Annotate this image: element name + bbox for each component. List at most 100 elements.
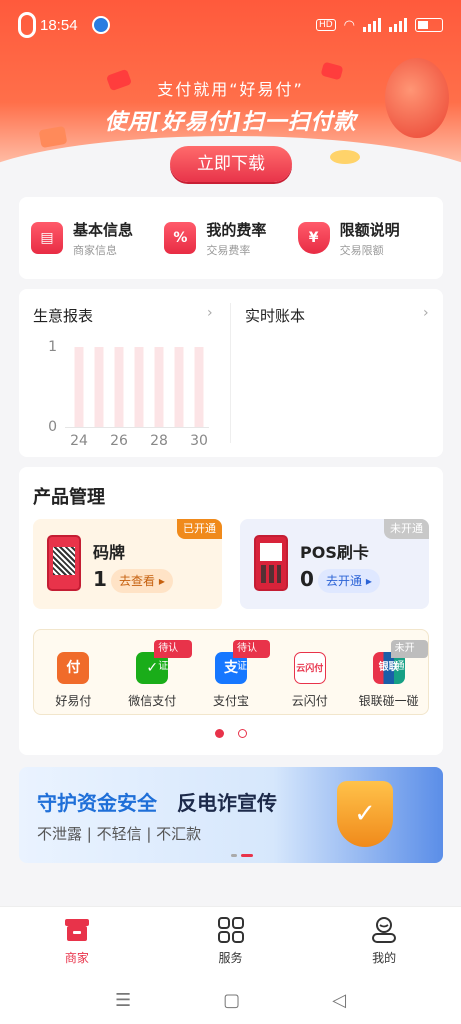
payment-method-unionpay-tap[interactable]: 未开通 银联 银联碰一碰 bbox=[349, 630, 428, 714]
my-rate-link[interactable]: % 我的费率 交易费率 bbox=[164, 219, 297, 258]
status-indicator bbox=[18, 12, 36, 38]
payment-label: 云闪付 bbox=[291, 694, 328, 708]
realtime-ledger-title: 实时账本 bbox=[245, 307, 306, 325]
activate-pos-button[interactable]: 去开通 ▸ bbox=[318, 569, 380, 593]
chart-bar bbox=[134, 347, 144, 427]
pos-terminal-image bbox=[254, 535, 288, 591]
payment-method-quickpass[interactable]: 云闪付 云闪付 bbox=[270, 630, 349, 714]
product-count: 1 bbox=[93, 567, 107, 591]
shield-check-icon: ✓ bbox=[337, 781, 393, 847]
x-tick-label: 30 bbox=[190, 433, 208, 449]
action-label: 去查看 bbox=[119, 574, 156, 588]
limit-info-link[interactable]: ¥ 限额说明 交易限额 bbox=[297, 219, 431, 258]
business-report-title: 生意报表 bbox=[33, 307, 94, 325]
promo-title-highlight: 守护资金安全 bbox=[37, 791, 157, 815]
nav-tab-services[interactable]: 服务 bbox=[154, 907, 308, 976]
status-time: 18:54 bbox=[40, 16, 78, 34]
chart-bar bbox=[194, 347, 204, 427]
status-badge: 未开通 bbox=[384, 519, 429, 539]
x-tick-label: 24 bbox=[70, 433, 88, 449]
view-qr-plate-button[interactable]: 去查看 ▸ bbox=[111, 569, 173, 593]
anti-fraud-banner[interactable]: 守护资金安全 反电诈宣传 不泄露 | 不轻信 | 不汇款 ✓ bbox=[19, 767, 443, 863]
signal-icon bbox=[363, 18, 381, 32]
merchant-info-icon: ▤ bbox=[31, 222, 63, 254]
chart-bar bbox=[94, 347, 104, 427]
nav-tab-merchant[interactable]: 商家 bbox=[0, 907, 154, 976]
status-bar: 18:54 HD ◠ bbox=[18, 12, 443, 38]
page-indicator bbox=[19, 729, 443, 738]
nav-label: 我的 bbox=[372, 951, 397, 965]
payment-method-wechat[interactable]: 待认证 ✓ 微信支付 bbox=[113, 630, 192, 714]
basic-info-link[interactable]: ▤ 基本信息 商家信息 bbox=[31, 219, 164, 258]
payment-label: 银联碰一碰 bbox=[358, 694, 419, 708]
nav-label: 商家 bbox=[64, 951, 89, 965]
status-badge: 已开通 bbox=[177, 519, 222, 539]
payment-label: 好易付 bbox=[55, 694, 92, 708]
bottom-navigation: 商家 服务 我的 bbox=[0, 906, 461, 976]
payment-methods-row: 付 好易付 待认证 ✓ 微信支付 待认证 支 支付宝 云闪付 云闪付 未开通 银… bbox=[33, 629, 429, 715]
system-navigation-bar: ☰ ▢ ◁ bbox=[0, 976, 461, 1024]
product-name: POS刷卡 bbox=[300, 543, 369, 562]
quick-link-title: 限额说明 bbox=[339, 220, 400, 239]
y-tick-label: 0 bbox=[48, 419, 57, 435]
wifi-icon: ◠ bbox=[343, 17, 355, 33]
status-badge: 待认证 bbox=[154, 640, 192, 672]
download-banner[interactable]: 18:54 HD ◠ 支付就用“好易付” 使用[好易付]扫一扫付款 立即下载 bbox=[0, 0, 461, 186]
realtime-ledger-panel[interactable]: 实时账本 › bbox=[231, 289, 443, 457]
chart-bar bbox=[154, 347, 164, 427]
page-dot[interactable] bbox=[238, 729, 247, 738]
chart-bar bbox=[174, 347, 184, 427]
chevron-right-icon: › bbox=[207, 305, 213, 321]
banner-slogan: 支付就用“好易付” bbox=[157, 80, 304, 99]
payment-method-alipay[interactable]: 待认证 支 支付宝 bbox=[192, 630, 271, 714]
business-report-panel[interactable]: 生意报表 › 0 1 24 26 28 30 bbox=[19, 289, 230, 457]
limit-shield-icon: ¥ bbox=[297, 222, 330, 254]
download-now-button[interactable]: 立即下载 bbox=[170, 146, 292, 182]
payment-method-haoyifu[interactable]: 付 好易付 bbox=[34, 630, 113, 714]
report-card: 生意报表 › 0 1 24 26 28 30 实时账本 › bbox=[19, 289, 443, 457]
menu-icon[interactable]: ☰ bbox=[115, 990, 131, 1011]
chevron-right-icon: › bbox=[423, 305, 429, 321]
promo-title: 反电诈宣传 bbox=[177, 791, 277, 815]
action-label: 去开通 bbox=[326, 574, 363, 588]
chart-bar bbox=[114, 347, 124, 427]
nav-tab-profile[interactable]: 我的 bbox=[307, 907, 461, 976]
banner-headline: 使用[好易付]扫一扫付款 bbox=[104, 110, 357, 135]
chart-bar bbox=[74, 347, 84, 427]
quick-link-title: 我的费率 bbox=[206, 220, 267, 239]
qr-code-plate-card[interactable]: 码牌 1 去查看 ▸ 已开通 bbox=[33, 519, 222, 609]
quick-link-title: 基本信息 bbox=[73, 220, 134, 239]
pos-card-reader-card[interactable]: POS刷卡 0 去开通 ▸ 未开通 bbox=[240, 519, 429, 609]
quick-links-card: ▤ 基本信息 商家信息 % 我的费率 交易费率 ¥ 限额说明 交易限额 bbox=[19, 197, 443, 279]
rate-icon: % bbox=[164, 222, 197, 254]
product-management-title: 产品管理 bbox=[33, 487, 105, 508]
x-tick-label: 28 bbox=[150, 433, 168, 449]
quick-link-subtitle: 交易费率 bbox=[206, 243, 251, 257]
payment-label: 微信支付 bbox=[128, 694, 177, 708]
profile-icon bbox=[372, 917, 397, 943]
grid-icon bbox=[217, 917, 244, 943]
coin-decoration bbox=[330, 150, 360, 164]
hd-badge: HD bbox=[315, 19, 336, 31]
battery-icon bbox=[415, 18, 443, 32]
quick-link-subtitle: 商家信息 bbox=[73, 243, 117, 257]
nav-label: 服务 bbox=[218, 951, 243, 965]
signal-icon bbox=[389, 18, 407, 32]
store-icon bbox=[64, 919, 89, 941]
business-report-chart: 0 1 24 26 28 30 bbox=[48, 339, 209, 449]
product-count: 0 bbox=[300, 567, 314, 591]
home-icon[interactable]: ▢ bbox=[223, 990, 240, 1011]
product-name: 码牌 bbox=[93, 543, 126, 562]
y-tick-label: 1 bbox=[48, 339, 57, 355]
status-badge: 待认证 bbox=[232, 640, 271, 672]
promo-subtitle: 不泄露 | 不轻信 | 不汇款 bbox=[37, 825, 202, 843]
unionpay-quickpass-icon: 云闪付 bbox=[293, 652, 326, 684]
quick-link-subtitle: 交易限额 bbox=[339, 243, 384, 257]
page-dot-active[interactable] bbox=[215, 729, 224, 738]
qr-plate-image bbox=[47, 535, 81, 591]
back-icon[interactable]: ◁ bbox=[332, 990, 346, 1011]
product-management-card: 产品管理 码牌 1 去查看 ▸ 已开通 POS刷卡 0 去开通 ▸ 未开通 付 … bbox=[19, 467, 443, 755]
haoyifu-icon: 付 bbox=[57, 652, 90, 684]
promo-page-indicator bbox=[231, 854, 253, 857]
app-notification-icon bbox=[91, 16, 110, 34]
